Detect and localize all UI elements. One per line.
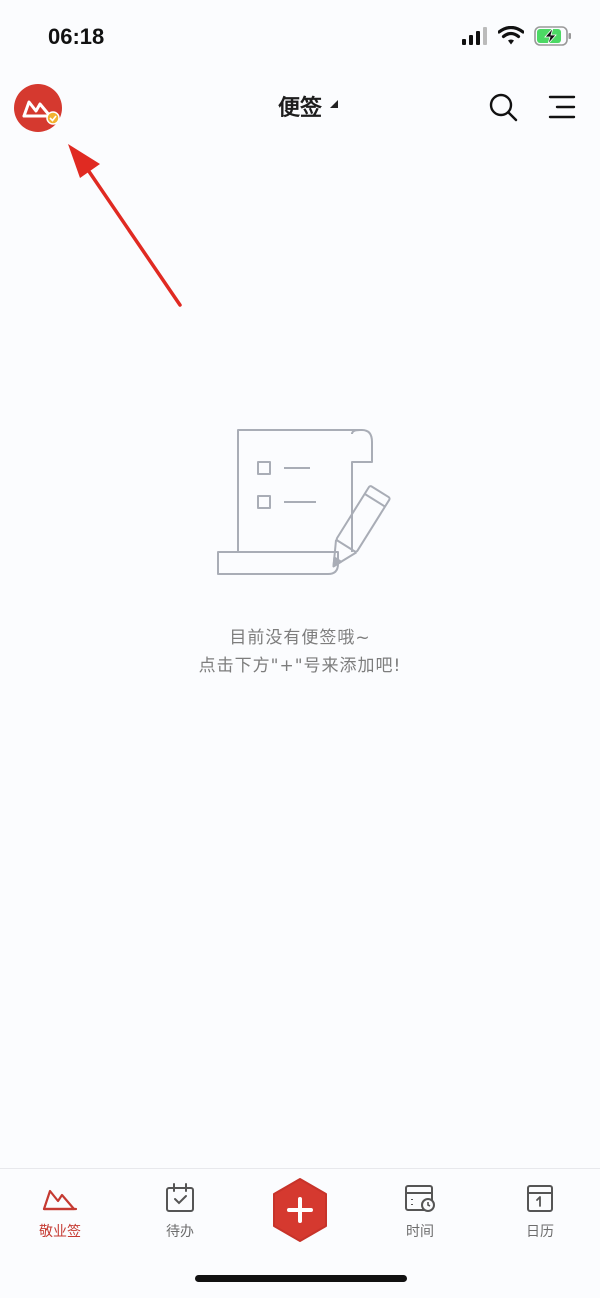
battery-charging-icon bbox=[534, 26, 571, 46]
tab-calendar[interactable]: 日历 bbox=[500, 1183, 580, 1241]
calendar-icon bbox=[527, 1185, 553, 1212]
annotation-arrow-icon bbox=[68, 144, 182, 307]
tab-label: 待办 bbox=[166, 1224, 194, 1240]
empty-state-line-1: 目前没有便签哦~ bbox=[229, 628, 371, 648]
tab-time[interactable]: 时间 bbox=[380, 1183, 460, 1241]
caret-icon bbox=[330, 100, 338, 108]
search-icon[interactable] bbox=[488, 92, 518, 122]
empty-state-message: 目前没有便签哦~ 点击下方"+"号来添加吧! bbox=[0, 624, 600, 680]
tab-label: 日历 bbox=[526, 1224, 554, 1240]
page-title: 便签 bbox=[277, 96, 322, 121]
tab-notes[interactable]: 敬业签 bbox=[20, 1183, 100, 1241]
cellular-signal-icon bbox=[462, 27, 487, 45]
header: 便签 bbox=[0, 76, 600, 140]
status-icons bbox=[462, 26, 572, 46]
menu-icon[interactable] bbox=[548, 94, 576, 120]
home-indicator bbox=[195, 1275, 407, 1282]
empty-notes-illustration-icon bbox=[217, 429, 391, 575]
notes-cloud-icon bbox=[42, 1189, 78, 1211]
empty-state-line-2: 点击下方"+"号来添加吧! bbox=[198, 656, 402, 676]
status-time: 06:18 bbox=[48, 24, 105, 49]
todo-calendar-icon bbox=[166, 1183, 194, 1212]
tab-label: 时间 bbox=[406, 1224, 434, 1240]
tab-label: 敬业签 bbox=[39, 1224, 81, 1240]
status-bar: 06:18 bbox=[0, 0, 600, 76]
time-calendar-icon bbox=[405, 1185, 435, 1212]
wifi-icon bbox=[498, 26, 524, 45]
screen: 06:18 便签 目前没有便签哦~ 点击下方"+"号来添加吧! 敬业签 待办 时… bbox=[0, 0, 600, 1298]
tab-todo[interactable]: 待办 bbox=[140, 1183, 220, 1241]
add-button[interactable] bbox=[270, 1177, 330, 1243]
